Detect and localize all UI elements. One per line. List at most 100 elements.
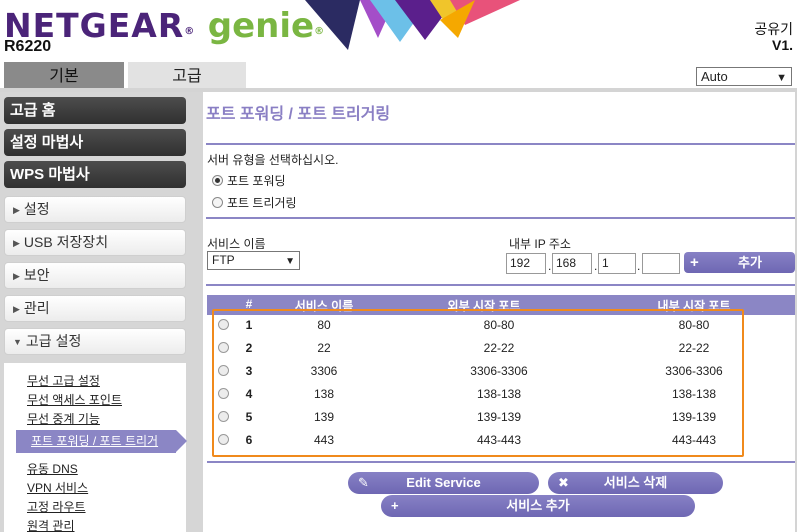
row-select-radio[interactable] xyxy=(218,388,229,399)
sidebar-item-administration[interactable]: ▶ 관리 xyxy=(4,295,186,322)
radio-unselected-indicator[interactable] xyxy=(212,197,223,208)
sidebar-item-wps-wizard[interactable]: WPS 마법사 xyxy=(4,161,186,188)
submenu-wireless-repeater[interactable]: 무선 중계 기능 xyxy=(27,410,100,427)
sidebar-item-usb-storage[interactable]: ▶ USB 저장장치 xyxy=(4,229,186,256)
add-button-label: 추가 xyxy=(738,255,762,270)
edit-service-button[interactable]: ✎ Edit Service xyxy=(348,472,539,494)
add-service-label: 서비스 추가 xyxy=(506,498,570,513)
sidebar-item-advanced-setup[interactable]: ▼ 고급 설정 xyxy=(4,328,186,355)
edit-service-label: Edit Service xyxy=(406,475,481,490)
tab-advanced[interactable]: 고급 xyxy=(128,62,246,91)
expand-triangle-icon: ▶ xyxy=(13,304,20,314)
row-select-radio[interactable] xyxy=(218,319,229,330)
ip-octet-4-input[interactable] xyxy=(642,253,680,274)
brand-registered-mark: ® xyxy=(184,26,196,37)
row-service-name: 22 xyxy=(317,341,331,355)
row-internal-port: 3306-3306 xyxy=(665,364,723,378)
sidebar-item-label: 관리 xyxy=(23,300,50,316)
row-external-port: 80-80 xyxy=(483,318,515,332)
expand-triangle-icon: ▶ xyxy=(13,205,20,215)
tab-basic[interactable]: 기본 xyxy=(4,62,124,91)
row-internal-port: 443-443 xyxy=(671,433,717,447)
row-external-port: 3306-3306 xyxy=(470,364,528,378)
page-title: 포트 포워딩 / 포트 트리거링 xyxy=(206,106,391,123)
pencil-icon: ✎ xyxy=(358,475,369,490)
submenu-port-forwarding-active[interactable]: 포트 포워딩 / 포트 트리거 xyxy=(16,430,187,453)
ip-octet-1-input[interactable]: 192 xyxy=(506,253,546,274)
firmware-version: V1. xyxy=(771,37,793,53)
table-bottom-divider xyxy=(207,461,795,463)
radio-label: 포트 트리거링 xyxy=(227,196,297,210)
service-name-label: 서비스 이름 xyxy=(207,237,266,251)
service-name-select[interactable]: FTP ▼ xyxy=(207,251,300,270)
row-service-name: 3306 xyxy=(310,364,338,378)
plus-icon: + xyxy=(690,254,699,271)
row-external-port: 138-138 xyxy=(476,387,522,401)
language-select[interactable]: Auto ▼ xyxy=(696,67,792,86)
sidebar-item-setup-wizard[interactable]: 설정 마법사 xyxy=(4,129,186,156)
row-service-name: 138 xyxy=(313,387,335,401)
submenu-remote-management[interactable]: 원격 관리 xyxy=(27,517,75,532)
section-divider xyxy=(206,217,796,219)
row-number: 5 xyxy=(245,410,253,424)
router-model: R6220 xyxy=(4,38,52,55)
expand-triangle-icon: ▶ xyxy=(13,271,20,281)
internal-ip-label: 내부 IP 주소 xyxy=(509,237,571,251)
row-external-port: 22-22 xyxy=(483,341,515,355)
sidebar-item-label: 고급 설정 xyxy=(25,333,82,349)
row-number: 2 xyxy=(245,341,253,355)
sidebar-item-label: 보안 xyxy=(23,267,50,283)
netgear-genie-logo: NETGEAR® genie® xyxy=(4,6,325,46)
delete-service-label: 서비스 삭제 xyxy=(603,475,668,490)
row-select-radio[interactable] xyxy=(218,365,229,376)
service-name-value: FTP xyxy=(212,253,235,267)
row-internal-port: 80-80 xyxy=(678,318,710,332)
submenu-wireless-access-point[interactable]: 무선 액세스 포인트 xyxy=(27,391,122,408)
section-divider xyxy=(206,143,796,145)
row-service-name: 80 xyxy=(317,318,331,332)
ip-separator: . xyxy=(637,259,641,273)
row-number: 6 xyxy=(245,433,253,447)
sidebar-item-advanced-home[interactable]: 고급 홈 xyxy=(4,97,186,124)
radio-label: 포트 포워딩 xyxy=(227,174,286,188)
row-number: 3 xyxy=(245,364,253,378)
row-service-name: 139 xyxy=(313,410,335,424)
sidebar-item-setup[interactable]: ▶ 설정 xyxy=(4,196,186,223)
radio-port-forwarding[interactable]: 포트 포워딩 xyxy=(212,172,286,189)
add-button[interactable]: + 추가 xyxy=(684,252,795,273)
section-divider xyxy=(206,284,796,286)
submenu-vpn-service[interactable]: VPN 서비스 xyxy=(27,479,88,496)
plus-icon: + xyxy=(391,498,399,513)
row-select-radio[interactable] xyxy=(218,411,229,422)
dropdown-arrow-icon: ▼ xyxy=(776,72,787,84)
row-internal-port: 139-139 xyxy=(671,410,717,424)
row-internal-port: 22-22 xyxy=(678,341,710,355)
ip-octet-2-input[interactable]: 168 xyxy=(552,253,592,274)
header-decoration-graphic xyxy=(305,0,520,50)
row-external-port: 139-139 xyxy=(476,410,522,424)
row-number: 1 xyxy=(245,318,253,332)
sidebar-item-label: USB 저장장치 xyxy=(23,234,109,250)
server-type-prompt: 서버 유형을 선택하십시오. xyxy=(207,153,339,167)
language-selected-value: Auto xyxy=(701,69,728,84)
row-service-name: 443 xyxy=(313,433,335,447)
device-type-label: 공유기 xyxy=(754,21,793,37)
dropdown-arrow-icon: ▼ xyxy=(285,256,295,267)
row-internal-port: 138-138 xyxy=(671,387,717,401)
row-select-radio[interactable] xyxy=(218,434,229,445)
sidebar-item-label: 설정 xyxy=(23,201,50,217)
close-icon: ✖ xyxy=(558,475,569,490)
submenu-static-routes[interactable]: 고정 라우트 xyxy=(27,498,86,515)
radio-selected-indicator[interactable] xyxy=(212,175,223,186)
submenu-wireless-advanced[interactable]: 무선 고급 설정 xyxy=(27,372,100,389)
product-name: genie xyxy=(207,6,315,46)
row-select-radio[interactable] xyxy=(218,342,229,353)
submenu-dynamic-dns[interactable]: 유동 DNS xyxy=(27,460,78,477)
sidebar-item-security[interactable]: ▶ 보안 xyxy=(4,262,186,289)
ip-separator: . xyxy=(594,259,598,273)
radio-port-triggering[interactable]: 포트 트리거링 xyxy=(212,194,297,211)
ip-octet-3-input[interactable]: 1 xyxy=(598,253,636,274)
delete-service-button[interactable]: ✖ 서비스 삭제 xyxy=(548,472,723,494)
add-service-button[interactable]: + 서비스 추가 xyxy=(381,495,695,517)
collapse-triangle-icon: ▼ xyxy=(13,337,22,347)
